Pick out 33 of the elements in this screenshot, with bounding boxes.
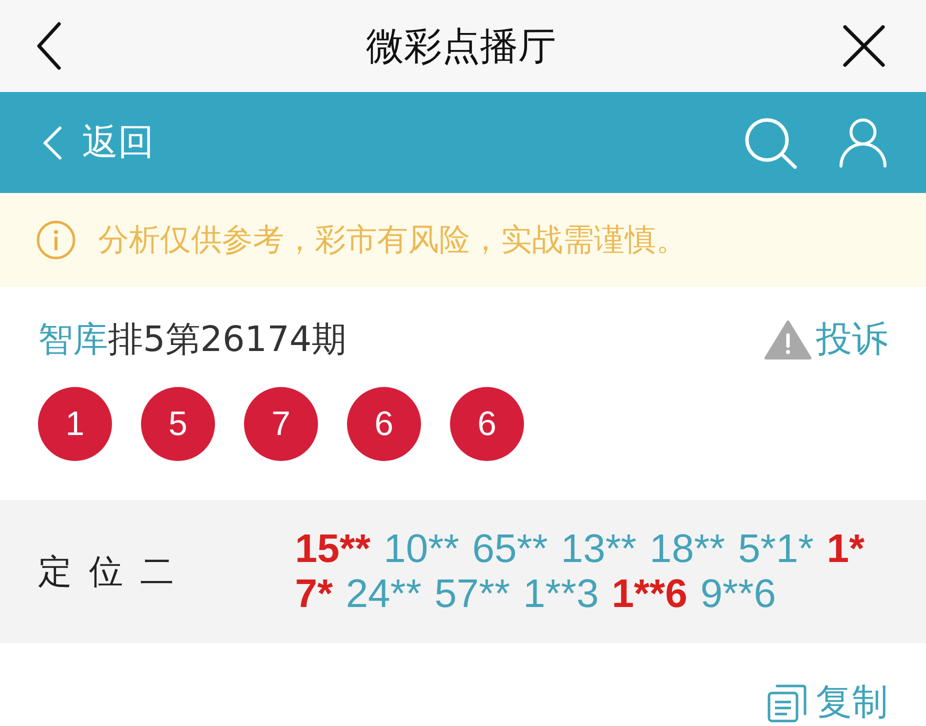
back-icon[interactable]	[36, 22, 62, 70]
copy-button[interactable]: 复制	[766, 683, 888, 723]
copy-icon	[766, 683, 808, 723]
pick-number: 13**	[560, 526, 636, 572]
pick-number: 7*	[295, 572, 333, 616]
number-ball: 6	[450, 387, 524, 461]
pick-number: 24**	[346, 572, 422, 616]
pick-number: 5*1*	[738, 526, 814, 572]
pick-number: 9**6	[700, 572, 776, 616]
pick-number: 1*	[826, 526, 865, 572]
number-ball: 7	[244, 387, 318, 461]
user-icon[interactable]	[838, 118, 888, 168]
number-ball: 5	[141, 387, 215, 461]
pick-number: 1**6	[612, 572, 688, 616]
pick-number: 57**	[434, 572, 510, 616]
notice-text: 分析仅供参考，彩市有风险，实战需谨慎。	[98, 221, 687, 260]
number-ball: 1	[38, 387, 112, 461]
pick-number: 18**	[650, 526, 726, 572]
pick-number: 65**	[472, 526, 548, 572]
back-button[interactable]: 返回	[42, 120, 154, 164]
search-icon[interactable]	[744, 116, 798, 168]
page-title: 微彩点播厅	[366, 23, 556, 69]
report-button[interactable]: 投诉	[764, 318, 888, 362]
pick-number: 1**3	[523, 572, 599, 616]
pick-number: 15**	[295, 526, 371, 572]
warning-icon	[764, 319, 812, 361]
chevron-left-icon	[42, 126, 62, 160]
number-ball: 6	[347, 387, 421, 461]
close-icon[interactable]	[842, 24, 886, 68]
prediction-label: 定位二	[38, 550, 191, 594]
pick-number: 10**	[384, 526, 460, 572]
info-icon	[36, 220, 76, 260]
issue-title: 智库排5第26174期	[38, 319, 347, 362]
